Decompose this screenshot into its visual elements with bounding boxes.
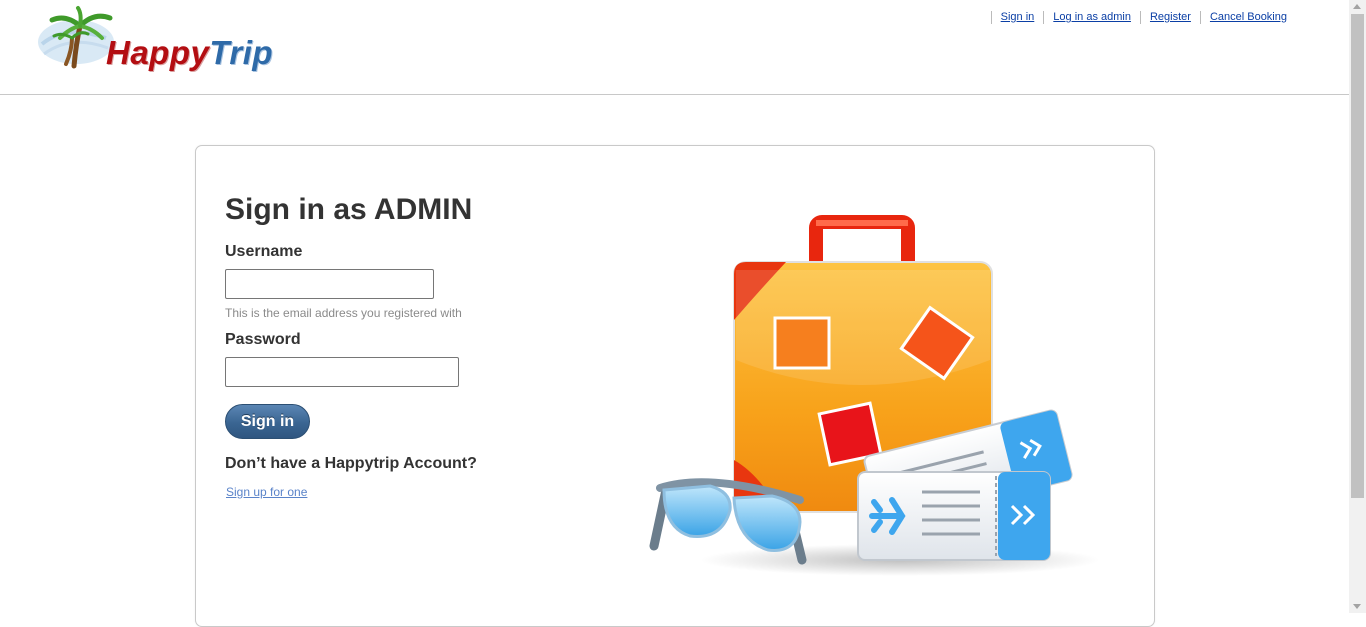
scroll-up-icon[interactable] — [1353, 4, 1361, 9]
sign-in-button[interactable]: Sign in — [225, 404, 310, 439]
logo-trip: Trip — [209, 34, 274, 71]
suitcase-illustration — [649, 215, 1100, 576]
page: HappyTrip Sign in Log in as admin Regist… — [0, 0, 1349, 627]
scroll-down-icon[interactable] — [1353, 604, 1361, 609]
nav-sign-in-link[interactable]: Sign in — [990, 11, 1044, 24]
nav-cancel-booking-link[interactable]: Cancel Booking — [1199, 11, 1296, 24]
no-account-heading: Don’t have a Happytrip Account? — [225, 455, 477, 472]
username-label: Username — [225, 243, 303, 260]
logo-happy: Happy — [106, 34, 210, 71]
nav-admin-login-link[interactable]: Log in as admin — [1043, 11, 1140, 24]
username-input[interactable] — [225, 269, 434, 299]
nav-register-link[interactable]: Register — [1139, 11, 1200, 24]
sunglasses-icon — [649, 478, 807, 565]
site-header: HappyTrip Sign in Log in as admin Regist… — [0, 0, 1349, 95]
scrollbar-thumb[interactable] — [1351, 14, 1364, 498]
logo-wordmark: HappyTrip — [106, 34, 273, 72]
top-navigation: Sign in Log in as admin Register Cancel … — [990, 11, 1296, 24]
happytrip-logo[interactable]: HappyTrip — [36, 4, 296, 74]
username-hint: This is the email address you registered… — [225, 306, 462, 320]
boarding-pass-icon — [857, 471, 1051, 561]
page-title: Sign in as ADMIN — [225, 193, 473, 226]
password-label: Password — [225, 331, 301, 348]
vertical-scrollbar[interactable] — [1349, 0, 1366, 613]
password-input[interactable] — [225, 357, 459, 387]
signup-link[interactable]: Sign up for one — [226, 485, 307, 499]
